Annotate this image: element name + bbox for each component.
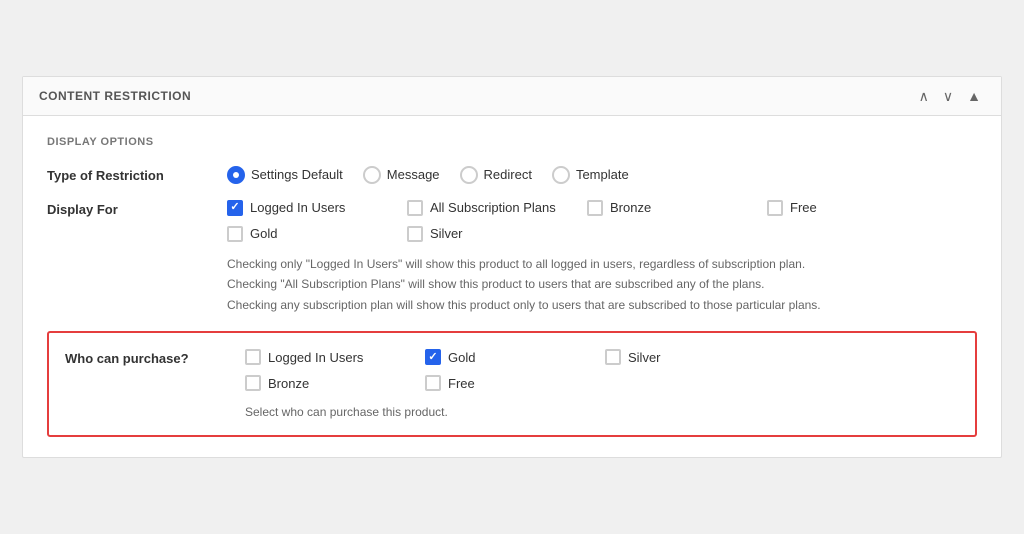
hint-3: Checking any subscription plan will show… bbox=[227, 295, 977, 315]
display-for-row: Display For Logged In Users All Subscrip… bbox=[47, 200, 977, 315]
panel-title: CONTENT RESTRICTION bbox=[39, 89, 191, 103]
wcp-logged-in-users-label: Logged In Users bbox=[268, 350, 363, 365]
wcp-silver[interactable]: Silver bbox=[605, 349, 785, 365]
wcp-bronze-box bbox=[245, 375, 261, 391]
hint-2: Checking "All Subscription Plans" will s… bbox=[227, 274, 977, 294]
radio-redirect-circle bbox=[460, 166, 478, 184]
wcp-gold-box bbox=[425, 349, 441, 365]
cb-free-label: Free bbox=[790, 200, 817, 215]
who-can-purchase-section: Who can purchase? Logged In Users Gold bbox=[47, 331, 977, 437]
cb-gold[interactable]: Gold bbox=[227, 226, 407, 242]
wcp-gold-label: Gold bbox=[448, 350, 475, 365]
cb-free[interactable]: Free bbox=[767, 200, 947, 216]
panel-body: DISPLAY OPTIONS Type of Restriction Sett… bbox=[23, 116, 1001, 457]
radio-template-circle bbox=[552, 166, 570, 184]
radio-message[interactable]: Message bbox=[363, 166, 440, 184]
cb-gold-box bbox=[227, 226, 243, 242]
restriction-radio-group: Settings Default Message Redirect T bbox=[227, 166, 977, 184]
display-for-content: Logged In Users All Subscription Plans B… bbox=[227, 200, 977, 315]
page-wrapper: CONTENT RESTRICTION ∧ ∨ ▲ DISPLAY OPTION… bbox=[0, 0, 1024, 534]
wcp-gold[interactable]: Gold bbox=[425, 349, 605, 365]
radio-redirect[interactable]: Redirect bbox=[460, 166, 532, 184]
radio-settings-default-label: Settings Default bbox=[251, 167, 343, 182]
type-of-restriction-row: Type of Restriction Settings Default Mes… bbox=[47, 166, 977, 184]
display-options-label: DISPLAY OPTIONS bbox=[47, 136, 977, 148]
radio-settings-default[interactable]: Settings Default bbox=[227, 166, 343, 184]
cb-gold-label: Gold bbox=[250, 226, 277, 241]
purchase-label: Who can purchase? bbox=[65, 349, 245, 366]
cb-silver[interactable]: Silver bbox=[407, 226, 587, 242]
purchase-row: Who can purchase? Logged In Users Gold bbox=[65, 349, 959, 419]
purchase-hint: Select who can purchase this product. bbox=[245, 405, 959, 419]
cb-bronze-label: Bronze bbox=[610, 200, 651, 215]
wcp-free-box bbox=[425, 375, 441, 391]
wcp-logged-in-users-box bbox=[245, 349, 261, 365]
purchase-checkbox-group: Logged In Users Gold Silver bbox=[245, 349, 959, 391]
wcp-free[interactable]: Free bbox=[425, 375, 605, 391]
wcp-logged-in-users[interactable]: Logged In Users bbox=[245, 349, 425, 365]
panel-collapse-button[interactable]: ▲ bbox=[963, 87, 985, 105]
cb-bronze-box bbox=[587, 200, 603, 216]
display-for-label: Display For bbox=[47, 200, 227, 217]
radio-redirect-label: Redirect bbox=[484, 167, 532, 182]
cb-logged-in-users[interactable]: Logged In Users bbox=[227, 200, 407, 216]
cb-logged-in-users-box bbox=[227, 200, 243, 216]
wcp-silver-box bbox=[605, 349, 621, 365]
display-for-checkbox-group: Logged In Users All Subscription Plans B… bbox=[227, 200, 977, 242]
radio-settings-default-circle bbox=[227, 166, 245, 184]
panel-header: CONTENT RESTRICTION ∧ ∨ ▲ bbox=[23, 77, 1001, 116]
cb-all-subscription-plans-box bbox=[407, 200, 423, 216]
type-of-restriction-content: Settings Default Message Redirect T bbox=[227, 166, 977, 184]
purchase-content: Logged In Users Gold Silver bbox=[245, 349, 959, 419]
display-for-hints: Checking only "Logged In Users" will sho… bbox=[227, 254, 977, 315]
radio-message-circle bbox=[363, 166, 381, 184]
radio-template-label: Template bbox=[576, 167, 629, 182]
radio-message-label: Message bbox=[387, 167, 440, 182]
wcp-free-label: Free bbox=[448, 376, 475, 391]
type-of-restriction-label: Type of Restriction bbox=[47, 166, 227, 183]
panel-controls: ∧ ∨ ▲ bbox=[915, 87, 985, 105]
cb-silver-label: Silver bbox=[430, 226, 463, 241]
panel-down-button[interactable]: ∨ bbox=[939, 87, 957, 105]
cb-logged-in-users-label: Logged In Users bbox=[250, 200, 345, 215]
wcp-bronze[interactable]: Bronze bbox=[245, 375, 425, 391]
hint-1: Checking only "Logged In Users" will sho… bbox=[227, 254, 977, 274]
wcp-silver-label: Silver bbox=[628, 350, 661, 365]
cb-silver-box bbox=[407, 226, 423, 242]
cb-bronze[interactable]: Bronze bbox=[587, 200, 767, 216]
content-restriction-panel: CONTENT RESTRICTION ∧ ∨ ▲ DISPLAY OPTION… bbox=[22, 76, 1002, 458]
radio-template[interactable]: Template bbox=[552, 166, 629, 184]
cb-all-subscription-plans[interactable]: All Subscription Plans bbox=[407, 200, 587, 216]
wcp-bronze-label: Bronze bbox=[268, 376, 309, 391]
cb-free-box bbox=[767, 200, 783, 216]
panel-up-button[interactable]: ∧ bbox=[915, 87, 933, 105]
cb-all-subscription-plans-label: All Subscription Plans bbox=[430, 200, 556, 215]
